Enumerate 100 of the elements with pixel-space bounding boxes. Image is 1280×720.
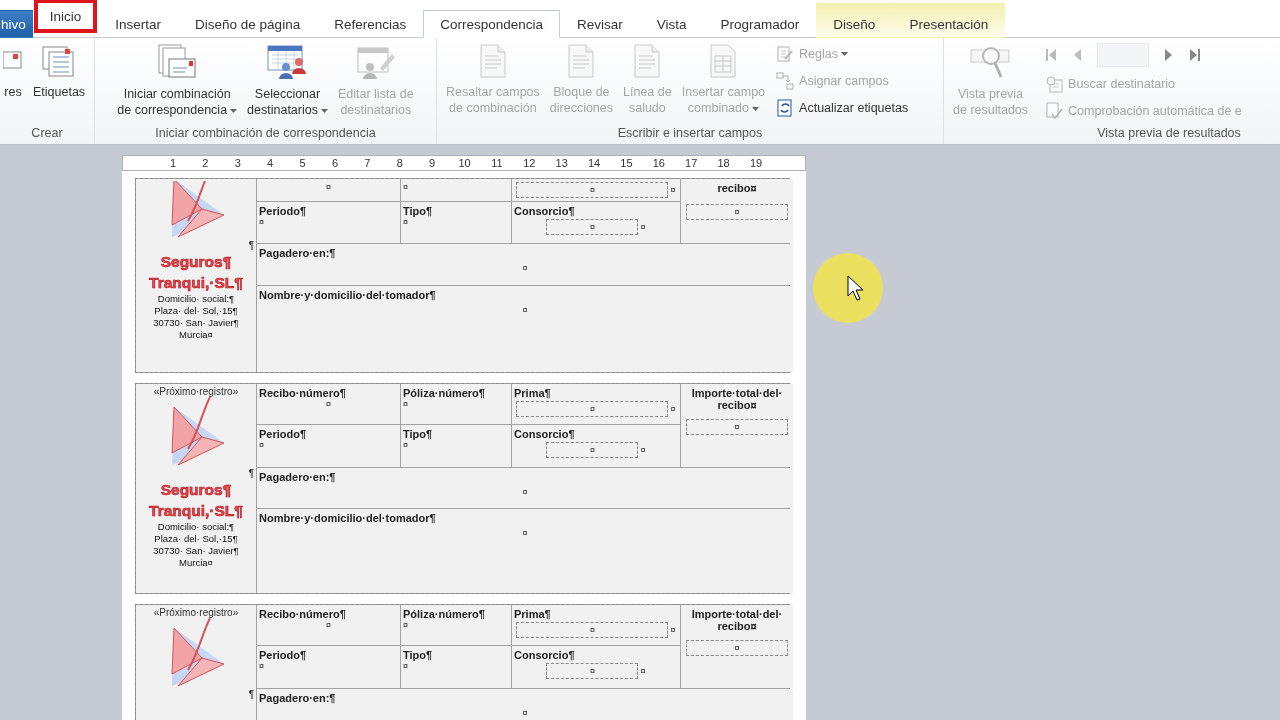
ribbon-tab[interactable]: Revisar xyxy=(560,10,640,38)
check-icon xyxy=(1045,101,1064,120)
ribbon-button[interactable]: Etiquetas xyxy=(30,44,89,100)
ruler-number: 8 xyxy=(395,157,404,169)
ribbon-tab[interactable]: Vista xyxy=(639,10,704,38)
cell-label: Pagadero·en:¶ xyxy=(259,471,337,483)
ruler-number: 17 xyxy=(684,157,699,169)
cursor-drawing xyxy=(812,252,884,324)
cell-label: Pagadero·en:¶ xyxy=(259,247,337,259)
cell-label: Consorcio¶ xyxy=(514,205,576,217)
cell-label: Prima¶ xyxy=(514,387,552,399)
cell-mark: ¤ xyxy=(640,222,646,232)
cell-mark: ¤ xyxy=(670,404,676,414)
cell-label: Importe·total·del· recibo¤ xyxy=(690,608,784,632)
cell-mark: ¤ xyxy=(403,440,409,451)
last-icon xyxy=(1189,48,1202,62)
cell-mark: ¤ xyxy=(670,625,676,635)
cell-mark: ¤ xyxy=(326,182,331,193)
cell-mark: ¤ xyxy=(326,620,331,631)
ruler-number: 9 xyxy=(428,157,437,169)
ribbon-tab[interactable]: Diseño xyxy=(816,2,893,38)
cell-label: Importe·total·del· recibo¤ xyxy=(690,387,784,411)
ribbon-tab[interactable]: Diseño de página xyxy=(178,10,318,38)
cell-label: Prima¶ xyxy=(514,608,552,620)
ruler-number: 12 xyxy=(522,157,537,169)
address-line: Murcia¤ xyxy=(179,329,213,341)
cell-mark: ¤ xyxy=(403,399,409,410)
cell-label: Recibo·número¶ xyxy=(259,608,347,620)
cell-mark: ¤ xyxy=(403,661,409,672)
cell-mark: ¤ xyxy=(259,661,265,672)
ribbon-button[interactable]: Seleccionar destinatarios xyxy=(244,44,331,118)
group-label: Crear xyxy=(30,126,64,142)
merge-field: «Próximo·registro» xyxy=(153,386,239,397)
ruler-number: 11 xyxy=(490,157,504,169)
cell-label: Póliza·número¶ xyxy=(403,608,486,620)
ruler-number: 10 xyxy=(457,157,472,169)
group-label: Iniciar combinación de correspondencia xyxy=(154,126,377,142)
cell-label: Tipo¶ xyxy=(403,428,434,440)
record-field[interactable] xyxy=(1097,43,1150,67)
caret-icon xyxy=(841,52,848,57)
cell-label: Periodo¶ xyxy=(259,205,308,217)
ruler-number: 18 xyxy=(716,157,731,169)
caret-icon xyxy=(230,108,238,113)
paragraph-mark: ¶ xyxy=(248,241,254,251)
ruler-number: 5 xyxy=(298,157,307,169)
paragraph-mark: ¶ xyxy=(248,690,254,700)
ribbon-tab[interactable]: hivo xyxy=(0,10,33,38)
cell-label: Tipo¶ xyxy=(403,649,434,661)
ruler-number: 1 xyxy=(168,157,178,169)
cell-mark: ¤ xyxy=(326,399,331,410)
cell-label: Tipo¶ xyxy=(403,205,434,217)
cell-label: Recibo·número¶ xyxy=(259,387,347,399)
ribbon-tab[interactable]: Inicio xyxy=(32,0,99,34)
ruler-number: 2 xyxy=(201,157,210,169)
ribbon-button[interactable]: Iniciar combinación de correspondencia xyxy=(114,44,241,118)
documents-icon xyxy=(157,44,198,80)
merge-field-box: ¤ xyxy=(546,442,639,458)
refresh-icon xyxy=(776,98,795,117)
cell-mark: ¤ xyxy=(259,440,265,451)
edit-list-icon xyxy=(355,44,396,80)
ribbon-tab[interactable]: Referencias xyxy=(317,10,424,38)
ruler-number: 19 xyxy=(748,157,764,169)
rules-icon xyxy=(776,44,795,63)
merge-field-box: ¤ xyxy=(516,622,669,638)
logo-text: Seguros¶ xyxy=(160,252,232,272)
group-label: Vista previa de resultados xyxy=(1096,126,1241,142)
magnifier-icon xyxy=(968,44,1013,80)
mapping-icon xyxy=(776,71,795,90)
cell-mark: ¤ xyxy=(522,708,528,719)
merge-field-box: ¤ xyxy=(546,219,639,235)
ribbon-button[interactable]: res xyxy=(0,44,26,100)
logo-text: Seguros¶ xyxy=(160,480,232,500)
find-icon xyxy=(1045,74,1064,93)
ribbon-tab[interactable]: Insertar xyxy=(98,10,179,38)
logo-text: Tranqui,·SL¶ xyxy=(149,273,243,293)
address-line: Murcia¤ xyxy=(179,557,213,569)
address-line: Domicilio· social:¶ xyxy=(157,293,235,305)
ribbon-button[interactable]: Actualizar etiquetas xyxy=(776,98,909,117)
cell-label: Pagadero·en:¶ xyxy=(259,692,337,704)
cell-label: recibo¤ xyxy=(717,182,757,194)
cell-mark: ¤ xyxy=(522,487,528,498)
ruler-number: 4 xyxy=(266,157,275,169)
ribbon-tab[interactable]: Presentación xyxy=(892,2,1006,38)
address-line: 30730· San· Javier¶ xyxy=(153,545,239,557)
cell-mark: ¤ xyxy=(640,445,646,455)
ribbon-tab[interactable]: Programador xyxy=(703,10,817,38)
ruler-number: 13 xyxy=(554,157,569,169)
ruler-number: 6 xyxy=(330,157,339,169)
merge-field-box: ¤ xyxy=(546,663,639,679)
caret-icon xyxy=(751,106,759,111)
merge-field-box: ¤ xyxy=(686,204,788,220)
ribbon-tab[interactable]: Correspondencia xyxy=(423,10,560,38)
logo-text: Tranqui,·SL¶ xyxy=(149,501,243,521)
ruler-number: 7 xyxy=(363,157,372,169)
cell-label: Consorcio¶ xyxy=(514,649,576,661)
ruler-number: 3 xyxy=(233,157,242,169)
cell-mark: ¤ xyxy=(670,185,676,195)
merge-field-box: ¤ xyxy=(686,419,788,435)
cell-mark: ¤ xyxy=(259,217,265,228)
cell-mark: ¤ xyxy=(522,263,528,274)
